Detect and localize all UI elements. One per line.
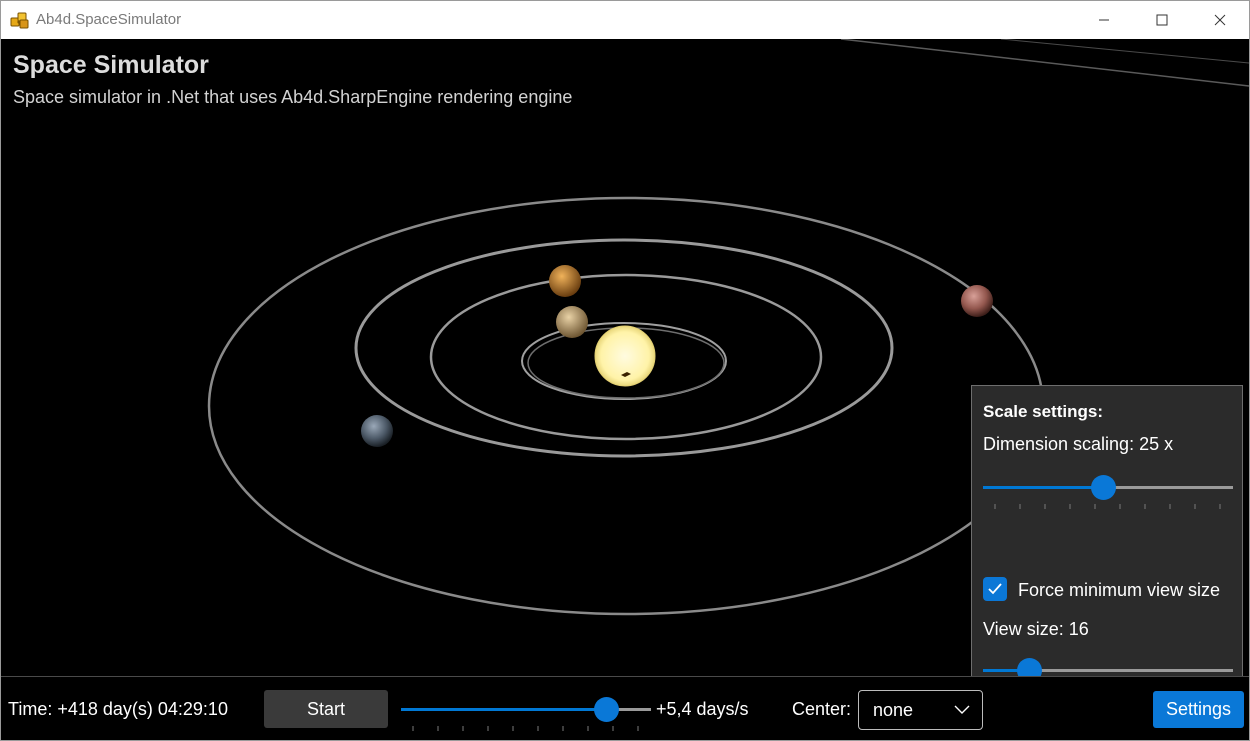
minimize-button[interactable] (1075, 1, 1133, 39)
earth-planet[interactable] (361, 415, 393, 447)
force-minimum-label[interactable]: Force minimum view size (1018, 580, 1220, 601)
slider-fill (401, 708, 606, 711)
simulation-time: Time: +418 day(s) 04:29:10 (8, 699, 228, 719)
slider-fill (983, 486, 1103, 489)
far-orbit-line (840, 39, 1249, 87)
bottom-toolbar: Time: +418 day(s) 04:29:10 Start +5,4 da… (1, 676, 1249, 740)
center-dropdown[interactable]: none (858, 690, 983, 730)
start-button[interactable]: Start (264, 690, 388, 728)
speed-value: +5,4 days/s (656, 699, 749, 719)
view-size-label: View size: 16 (983, 619, 1089, 639)
dimension-scaling-label: Dimension scaling: 25 x (983, 434, 1174, 454)
scale-settings-panel: Scale settings: Dimension scaling: 25 x … (971, 385, 1243, 676)
close-button[interactable] (1191, 1, 1249, 39)
mars-planet[interactable] (961, 285, 993, 317)
window-title: Ab4d.SpaceSimulator (36, 11, 182, 28)
maximize-icon (1156, 14, 1168, 26)
chevron-down-icon (954, 705, 970, 714)
maximize-button[interactable] (1133, 1, 1191, 39)
center-label: Center: (792, 699, 852, 719)
venus-planet[interactable] (549, 265, 581, 297)
dimension-scaling-slider[interactable] (983, 472, 1233, 502)
slider-thumb[interactable] (594, 697, 619, 722)
slider-thumb[interactable] (1017, 658, 1042, 676)
slider-ticks (412, 726, 639, 731)
page-subtitle: Space simulator in .Net that uses Ab4d.S… (13, 87, 573, 107)
speed-slider[interactable] (401, 694, 651, 724)
title-bar[interactable]: Ab4d.SpaceSimulator (1, 1, 1249, 39)
settings-button[interactable]: Settings (1153, 691, 1244, 728)
force-minimum-checkbox[interactable] (983, 577, 1007, 601)
minimize-icon (1099, 19, 1109, 21)
close-icon (1214, 14, 1226, 26)
slider-ticks (994, 504, 1221, 509)
app-window: Ab4d.SpaceSimulator Space Simulator Spac… (0, 0, 1250, 741)
slider-thumb[interactable] (1091, 475, 1116, 500)
checkmark-icon (988, 583, 1002, 595)
3d-viewport[interactable]: Space Simulator Space simulator in .Net … (1, 39, 1249, 676)
mercury-planet[interactable] (556, 306, 588, 338)
view-size-slider[interactable] (983, 655, 1233, 676)
page-title: Space Simulator (13, 51, 209, 79)
scale-settings-heading: Scale settings: (983, 402, 1103, 421)
center-dropdown-value: none (873, 700, 914, 720)
mars-orbit (207, 196, 1045, 616)
far-orbit-line (1000, 39, 1249, 64)
puzzle-pieces-icon (10, 12, 29, 29)
